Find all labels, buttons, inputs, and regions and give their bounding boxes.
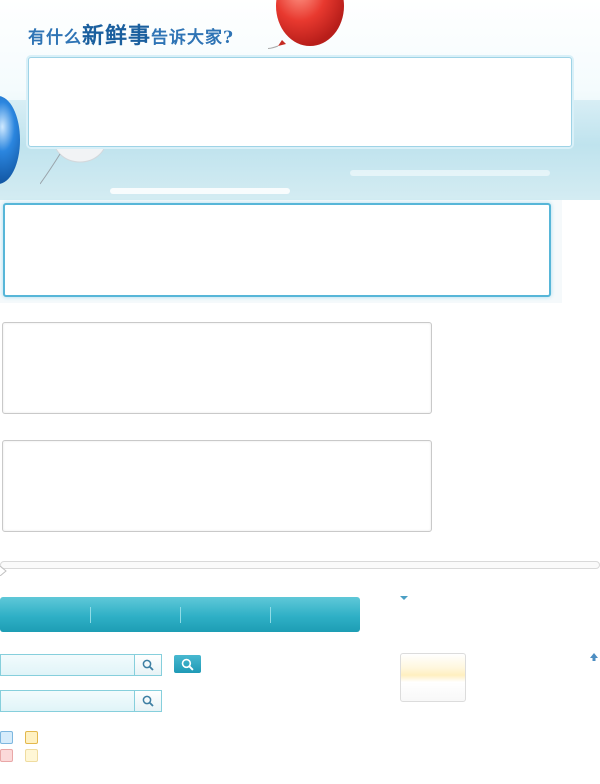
title-prefix: 有什么 — [28, 28, 82, 48]
compose-header: 有什么新鲜事告诉大家? — [0, 0, 600, 200]
search-icon — [181, 658, 194, 671]
swatch-pink[interactable] — [0, 749, 13, 762]
horizontal-divider — [0, 561, 600, 569]
balloon-icon — [0, 96, 20, 184]
search-box-primary — [0, 654, 162, 676]
balloon-icon — [268, 0, 344, 50]
search-icon — [142, 659, 154, 671]
chevron-down-icon[interactable] — [400, 596, 408, 600]
swatch-yellow[interactable] — [25, 731, 38, 744]
textarea-secondary[interactable] — [2, 440, 432, 532]
swatch-blue[interactable] — [0, 731, 13, 744]
wave-decoration — [110, 188, 290, 194]
compose-title: 有什么新鲜事告诉大家? — [28, 18, 234, 50]
search-icon — [142, 695, 154, 707]
tab-2[interactable] — [90, 597, 180, 632]
tab-3[interactable] — [180, 597, 270, 632]
compose-input[interactable] — [28, 57, 572, 147]
tab-1[interactable] — [0, 597, 90, 632]
search-button-active[interactable] — [174, 655, 201, 673]
tab-4[interactable] — [270, 597, 360, 632]
up-arrow-icon[interactable] — [589, 652, 599, 662]
textarea-default[interactable] — [2, 322, 432, 414]
title-suffix: 告诉大家? — [151, 28, 234, 48]
swatch-cream[interactable] — [25, 749, 38, 762]
title-emphasis: 新鲜事 — [82, 23, 152, 49]
wave-decoration — [350, 170, 550, 176]
focused-textarea[interactable] — [3, 203, 551, 297]
search-button[interactable] — [134, 691, 161, 711]
tab-bar — [0, 597, 360, 632]
search-input[interactable] — [1, 691, 131, 711]
button-state-sample[interactable] — [400, 653, 466, 702]
corner-arrow-icon — [0, 566, 7, 576]
search-input[interactable] — [1, 655, 131, 675]
search-box-secondary — [0, 690, 162, 712]
search-button[interactable] — [134, 655, 161, 675]
